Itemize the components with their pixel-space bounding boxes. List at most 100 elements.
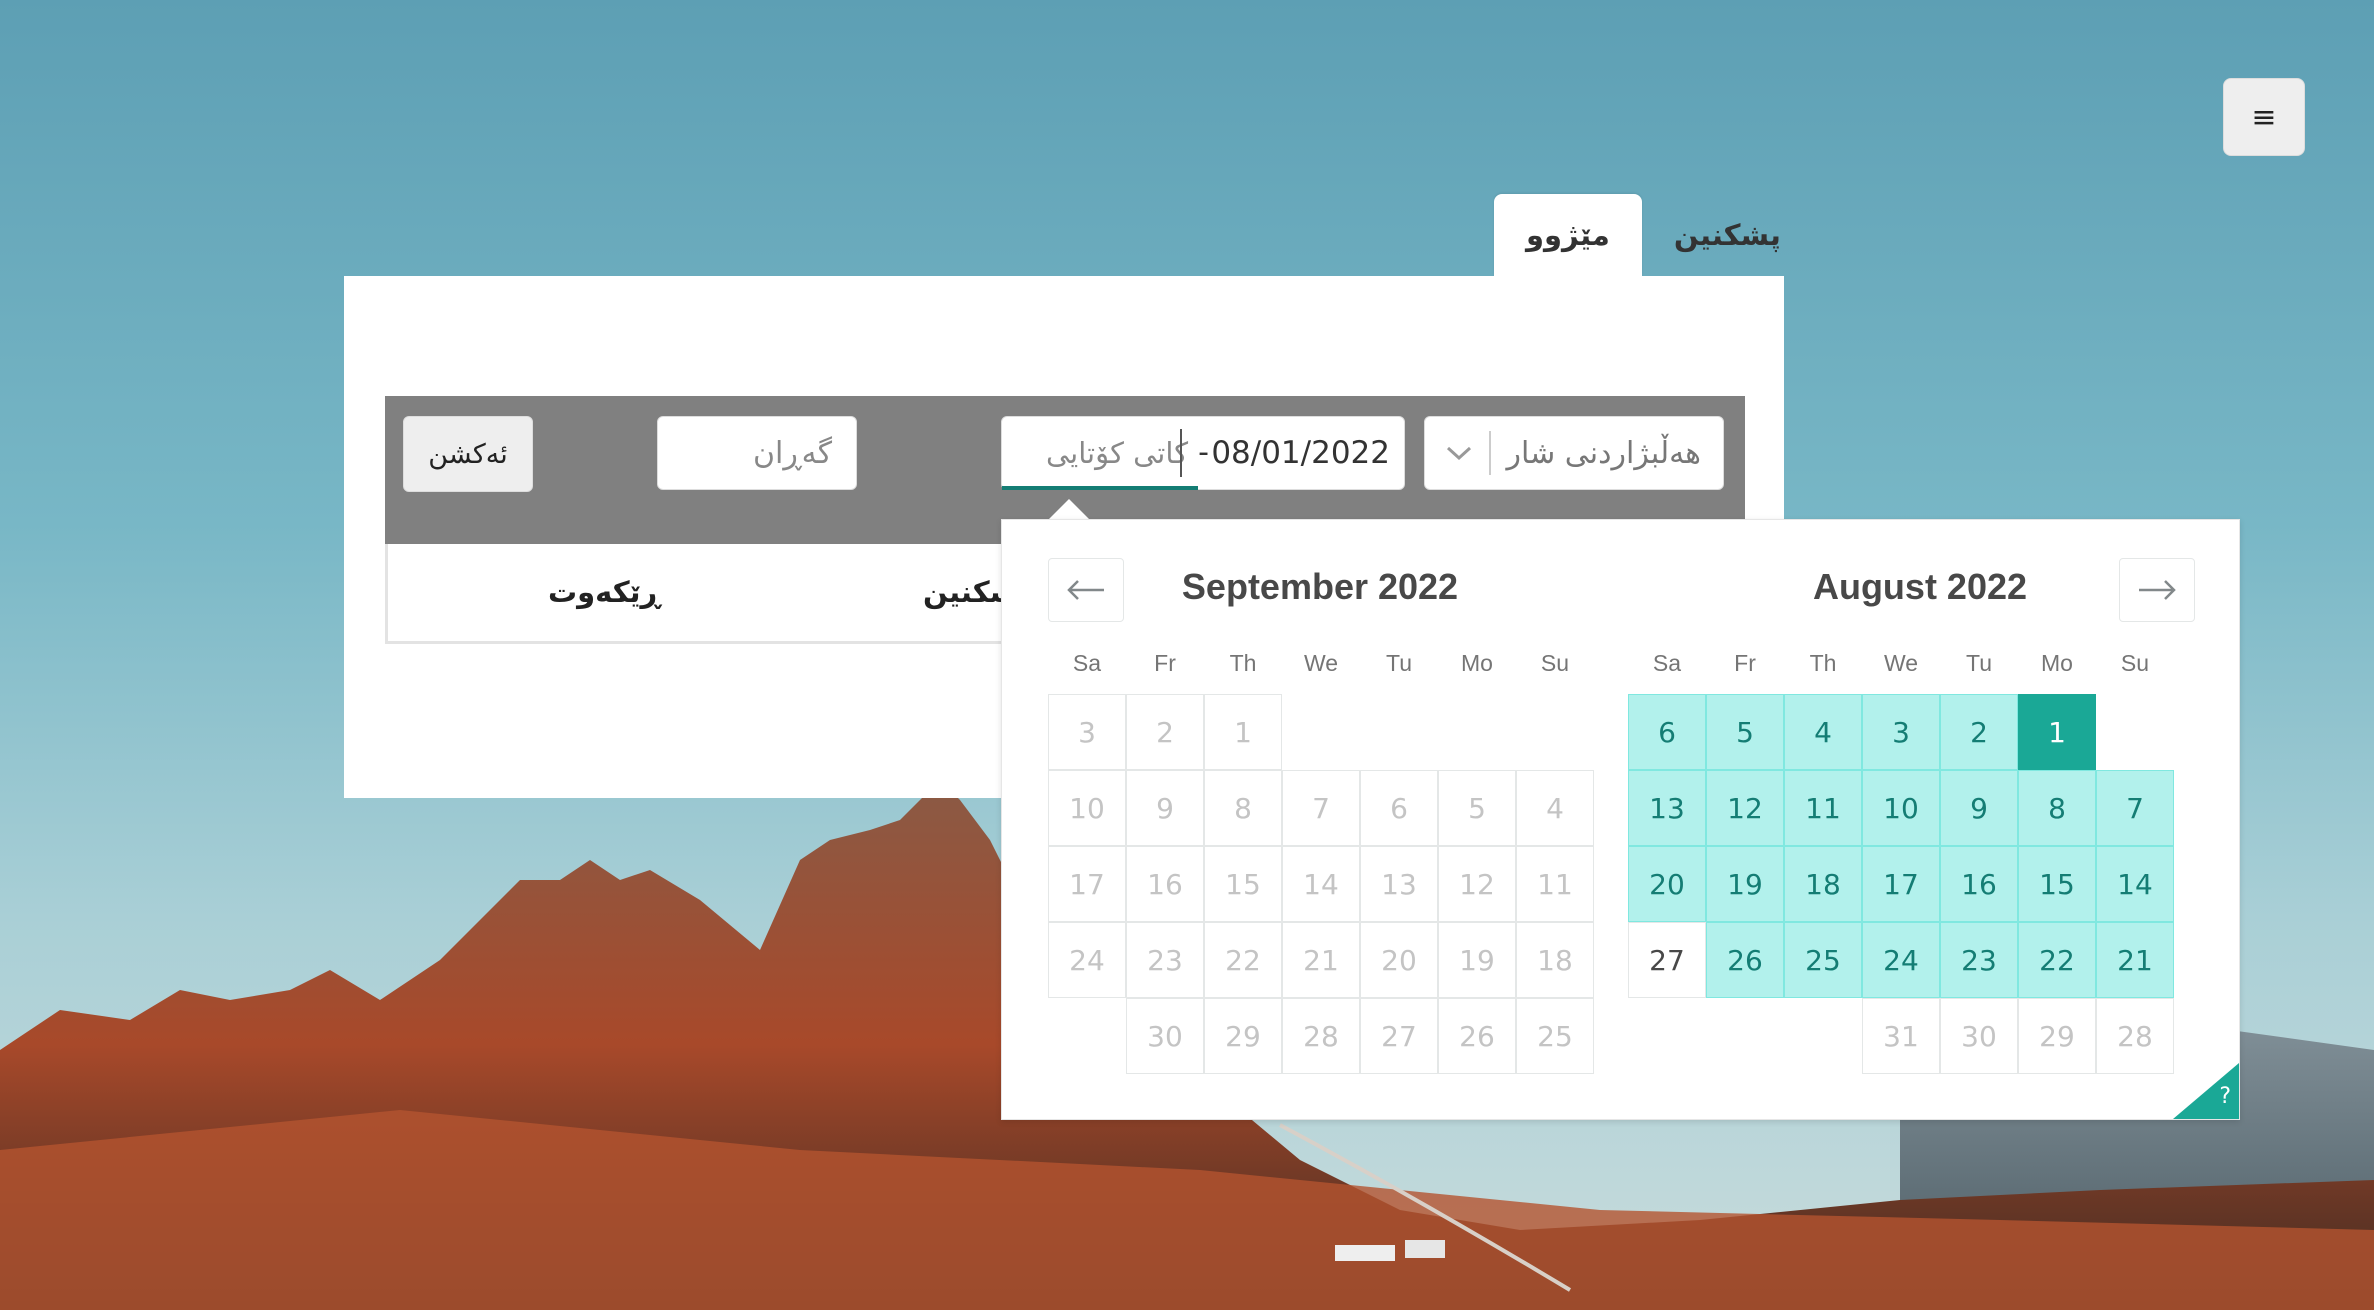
calendar-day[interactable]: 14 (1282, 846, 1360, 922)
start-date-field[interactable]: 08/01/2022 (1211, 417, 1390, 489)
weekday-label: Fr (1154, 650, 1176, 676)
tab-inspection[interactable]: پشکنین (1642, 194, 1813, 276)
arrow-left-icon (1067, 580, 1104, 600)
calendar-day[interactable]: 30 (1940, 998, 2018, 1074)
arrow-right-icon (2139, 580, 2176, 600)
search-input[interactable]: گەڕان (657, 416, 857, 490)
tab-bar: پشکنین مێژوو (1494, 194, 1813, 276)
calendar-day[interactable]: 19 (1706, 846, 1784, 922)
calendar-day[interactable]: 25 (1784, 922, 1862, 998)
calendar-day[interactable]: 28 (2096, 998, 2174, 1074)
calendar-day[interactable]: 13 (1360, 846, 1438, 922)
calendar-day[interactable]: 19 (1438, 922, 1516, 998)
column-header-date[interactable]: ڕێکەوت (548, 544, 660, 640)
weekday-label: Sa (1652, 650, 1682, 676)
chevron-down-icon[interactable] (1439, 438, 1479, 468)
search-placeholder: گەڕان (752, 435, 832, 471)
calendar-day[interactable]: 3 (1048, 694, 1126, 770)
calendar-day[interactable]: 23 (1940, 922, 2018, 998)
calendar-day[interactable]: 16 (1126, 846, 1204, 922)
weekday-label: We (1883, 650, 1919, 676)
calendar-day[interactable]: 2 (1940, 694, 2018, 770)
calendar-day[interactable]: 13 (1628, 770, 1706, 846)
weekday-label: Fr (1734, 650, 1756, 676)
text-caret (1180, 429, 1182, 477)
date-range-input[interactable]: 08/01/2022 - کاتی کۆتایی (1001, 416, 1405, 490)
calendar-day[interactable]: 15 (2018, 846, 2096, 922)
select-divider (1489, 431, 1491, 475)
month-title-august: August 2022 (1812, 566, 2028, 607)
weekday-label: We (1303, 650, 1339, 676)
calendar-day[interactable]: 2 (1126, 694, 1204, 770)
menu-button[interactable]: ≡ (2223, 78, 2305, 156)
calendar-day[interactable]: 15 (1204, 846, 1282, 922)
datepicker-pointer (1047, 499, 1091, 521)
calendar-day[interactable]: 12 (1706, 770, 1784, 846)
prev-month-button[interactable] (1048, 558, 1124, 622)
calendar-day[interactable]: 5 (1438, 770, 1516, 846)
calendar-day[interactable]: 28 (1282, 998, 1360, 1074)
city-select[interactable]: هەڵبژاردنی شار (1424, 416, 1724, 490)
calendar-day[interactable]: 4 (1784, 694, 1862, 770)
calendar-day[interactable]: 12 (1438, 846, 1516, 922)
calendar-day[interactable]: 10 (1862, 770, 1940, 846)
calendar-day[interactable]: 26 (1706, 922, 1784, 998)
end-date-field[interactable]: کاتی کۆتایی (1046, 417, 1188, 489)
city-select-label: هەڵبژاردنی شار (1506, 435, 1702, 471)
weekday-label: Mo (1461, 650, 1493, 676)
calendar-day[interactable]: 6 (1360, 770, 1438, 846)
help-icon[interactable]: ? (2219, 1084, 2231, 1109)
calendar-day[interactable]: 20 (1360, 922, 1438, 998)
calendar-day[interactable]: 6 (1628, 694, 1706, 770)
calendar-day[interactable]: 5 (1706, 694, 1784, 770)
calendar-day[interactable]: 9 (1126, 770, 1204, 846)
weekday-label: Tu (1386, 650, 1412, 676)
calendar-day[interactable]: 20 (1628, 846, 1706, 922)
weekday-label: Mo (2041, 650, 2073, 676)
calendar-day[interactable]: 23 (1126, 922, 1204, 998)
calendar-day[interactable]: 31 (1862, 998, 1940, 1074)
next-month-button[interactable] (2119, 558, 2195, 622)
tab-history[interactable]: مێژوو (1494, 194, 1642, 276)
calendar-day[interactable]: 10 (1048, 770, 1126, 846)
calendar-day[interactable]: 24 (1048, 922, 1126, 998)
calendar-day[interactable]: 27 (1628, 922, 1706, 998)
calendar-day[interactable]: 29 (1204, 998, 1282, 1074)
calendar-day[interactable]: 4 (1516, 770, 1594, 846)
calendar-day[interactable]: 18 (1516, 922, 1594, 998)
calendar-day[interactable]: 18 (1784, 846, 1862, 922)
calendar-day[interactable]: 25 (1516, 998, 1594, 1074)
active-field-underline (1002, 486, 1198, 490)
calendar-day[interactable]: 1 (2018, 694, 2096, 770)
calendar-day[interactable]: 29 (2018, 998, 2096, 1074)
month-title-september: September 2022 (1181, 566, 1459, 607)
calendar-day[interactable]: 24 (1862, 922, 1940, 998)
calendar-day[interactable]: 7 (2096, 770, 2174, 846)
calendar-day[interactable]: 9 (1940, 770, 2018, 846)
calendar-day[interactable]: 11 (1516, 846, 1594, 922)
action-button[interactable]: ئەکشن (403, 416, 533, 492)
calendar-day[interactable]: 21 (2096, 922, 2174, 998)
calendar-day[interactable]: 16 (1940, 846, 2018, 922)
calendar-day[interactable]: 22 (2018, 922, 2096, 998)
calendar-day[interactable]: 26 (1438, 998, 1516, 1074)
hamburger-icon: ≡ (2251, 99, 2277, 135)
calendar-day[interactable]: 11 (1784, 770, 1862, 846)
calendar-day[interactable]: 30 (1126, 998, 1204, 1074)
calendar-day[interactable]: 27 (1360, 998, 1438, 1074)
calendar-day[interactable]: 3 (1862, 694, 1940, 770)
calendar-day[interactable]: 17 (1862, 846, 1940, 922)
weekday-label: Th (1809, 650, 1837, 676)
weekday-label: Sa (1072, 650, 1102, 676)
calendar-day[interactable]: 1 (1204, 694, 1282, 770)
calendar-day[interactable]: 14 (2096, 846, 2174, 922)
calendar-day[interactable]: 8 (1204, 770, 1282, 846)
calendar-day[interactable]: 7 (1282, 770, 1360, 846)
calendar-day[interactable]: 8 (2018, 770, 2096, 846)
calendar-day[interactable]: 22 (1204, 922, 1282, 998)
calendar-day[interactable]: 21 (1282, 922, 1360, 998)
weekday-label: Tu (1966, 650, 1992, 676)
weekday-label: Th (1229, 650, 1257, 676)
date-separator: - (1198, 435, 1209, 470)
calendar-day[interactable]: 17 (1048, 846, 1126, 922)
